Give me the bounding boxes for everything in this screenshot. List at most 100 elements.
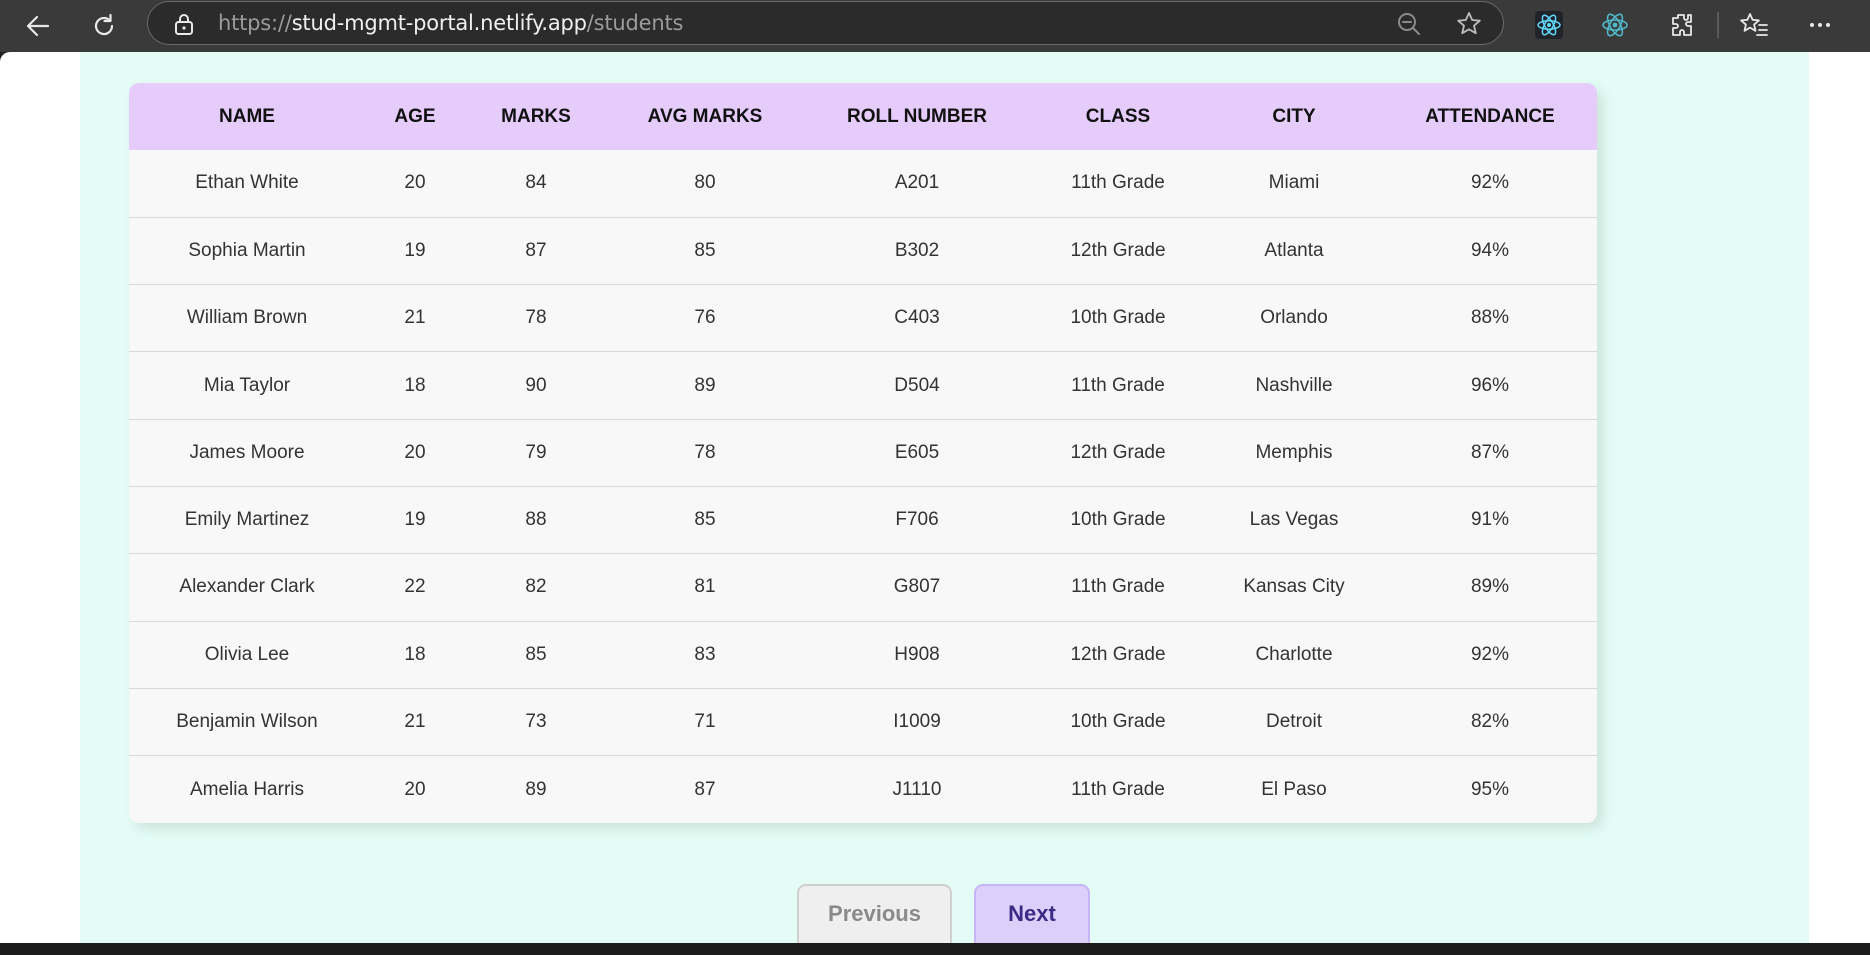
table-cell-attendance: 88% (1470, 307, 1510, 329)
table-cell-city: Detroit (1266, 711, 1322, 733)
page-viewport: NAME AGE MARKS AVG MARKS ROLL NUMBER CLASS CIT… (0, 52, 1870, 943)
favorite-star-icon[interactable] (1455, 10, 1483, 38)
table-cell-roll-number: E605 (894, 441, 940, 463)
table-row: Sophia Martin 19 87 85 B302 12th Grade Atlanta… (129, 217, 1597, 284)
previous-button[interactable]: Previous (797, 884, 952, 943)
table-cell-name: Sophia Martin (188, 239, 306, 261)
table-cell-attendance: 92% (1470, 172, 1510, 194)
table-cell-avg-marks: 89 (694, 374, 716, 396)
table-cell-age: 18 (404, 643, 426, 665)
table-cell-city: Miami (1268, 172, 1320, 194)
column-header-avg-marks: AVG MARKS (647, 105, 763, 127)
table-row: Ethan White 20 84 80 A201 11th Grade Miami 92% (129, 150, 1597, 217)
url-scheme: https:// (218, 11, 292, 35)
table-cell-attendance: 96% (1470, 374, 1510, 396)
table-cell-name: Mia Taylor (203, 374, 291, 396)
table-row: Alexander Clark 22 82 81 G807 11th Grade Kansa… (129, 553, 1597, 621)
table-cell-name: Ethan White (195, 172, 299, 194)
extensions-icon[interactable] (1664, 8, 1698, 42)
table-header: NAME AGE MARKS AVG MARKS ROLL NUMBER CLASS CIT… (129, 83, 1597, 150)
redux-devtools-icon[interactable] (1598, 8, 1632, 42)
table-cell-name: Benjamin Wilson (176, 711, 318, 733)
table-row: Emily Martinez 19 88 85 F706 10th Grade Las Ve… (129, 486, 1597, 553)
table-cell-marks: 85 (525, 643, 547, 665)
table-cell-city: Charlotte (1255, 643, 1333, 665)
column-header-name: NAME (219, 105, 275, 127)
table-cell-avg-marks: 85 (694, 239, 716, 261)
react-devtools-icon[interactable] (1532, 8, 1566, 42)
column-header-marks: MARKS (501, 105, 571, 127)
table-cell-marks: 88 (525, 509, 547, 531)
address-bar[interactable]: https://stud-mgmt-portal.netlify.app/stu… (147, 1, 1504, 45)
table-cell-marks: 82 (525, 576, 547, 598)
table-cell-age: 22 (404, 576, 426, 598)
table-cell-avg-marks: 87 (694, 778, 716, 800)
url-text[interactable]: https://stud-mgmt-portal.netlify.app/stu… (218, 11, 683, 35)
table-cell-roll-number: G807 (893, 576, 941, 598)
table-cell-class: 12th Grade (1070, 441, 1166, 463)
table-cell-marks: 84 (525, 172, 547, 194)
table-cell-city: El Paso (1261, 778, 1327, 800)
table-cell-name: Olivia Lee (204, 643, 290, 665)
table-cell-class: 10th Grade (1070, 711, 1166, 733)
taskbar-strip (0, 943, 1870, 955)
column-header-age: AGE (394, 105, 436, 127)
next-button[interactable]: Next (974, 884, 1090, 943)
table-cell-marks: 90 (525, 374, 547, 396)
zoom-out-icon[interactable] (1395, 10, 1423, 38)
table-cell-age: 20 (404, 172, 426, 194)
table-cell-city: Kansas City (1243, 576, 1345, 598)
table-cell-marks: 78 (525, 307, 547, 329)
table-cell-name: Alexander Clark (179, 576, 315, 598)
students-table: NAME AGE MARKS AVG MARKS ROLL NUMBER CLASS CIT… (129, 83, 1597, 823)
table-cell-class: 11th Grade (1071, 576, 1165, 598)
table-cell-attendance: 91% (1470, 509, 1510, 531)
table-row: James Moore 20 79 78 E605 12th Grade Memphis 87… (129, 419, 1597, 486)
table-cell-attendance: 82% (1470, 711, 1510, 733)
more-menu-icon[interactable] (1803, 8, 1837, 42)
table-cell-class: 11th Grade (1071, 374, 1165, 396)
table-cell-marks: 73 (525, 711, 547, 733)
table-cell-city: Memphis (1255, 441, 1333, 463)
refresh-icon[interactable] (84, 6, 124, 46)
table-cell-age: 20 (404, 441, 426, 463)
table-cell-avg-marks: 83 (694, 643, 716, 665)
table-cell-city: Nashville (1255, 374, 1333, 396)
table-cell-age: 21 (404, 711, 426, 733)
students-page: NAME AGE MARKS AVG MARKS ROLL NUMBER CLASS CIT… (80, 52, 1809, 943)
table-cell-age: 19 (404, 239, 426, 261)
table-cell-name: Amelia Harris (189, 778, 305, 800)
table-cell-roll-number: B302 (894, 239, 940, 261)
table-cell-roll-number: I1009 (893, 711, 941, 733)
table-row: Amelia Harris 20 89 87 J1110 11th Grade El Pas… (129, 755, 1597, 823)
column-header-attendance: ATTENDANCE (1425, 105, 1555, 127)
lock-icon[interactable] (170, 10, 198, 38)
table-row: Olivia Lee 18 85 83 H908 12th Grade Charlotte 9… (129, 621, 1597, 688)
table-cell-attendance: 95% (1470, 778, 1510, 800)
url-path: /students (586, 11, 684, 35)
table-cell-city: Las Vegas (1249, 509, 1339, 531)
favorites-icon[interactable] (1737, 8, 1771, 42)
table-cell-roll-number: C403 (894, 307, 940, 329)
table-cell-name: James Moore (189, 441, 305, 463)
browser-toolbar: https://stud-mgmt-portal.netlify.app/stu… (0, 0, 1870, 52)
table-cell-name: Emily Martinez (184, 509, 310, 531)
table-cell-avg-marks: 76 (694, 307, 716, 329)
table-row: William Brown 21 78 76 C403 10th Grade Orlando… (129, 284, 1597, 352)
table-header-row: NAME AGE MARKS AVG MARKS ROLL NUMBER CLASS CIT… (129, 83, 1597, 150)
column-header-city: CITY (1272, 105, 1316, 127)
url-host: stud-mgmt-portal.netlify.app (291, 11, 587, 35)
table-cell-marks: 87 (525, 239, 547, 261)
table-cell-attendance: 89% (1470, 576, 1510, 598)
table-row: Benjamin Wilson 21 73 71 I1009 10th Grade Detr… (129, 688, 1597, 755)
table-cell-age: 21 (404, 307, 426, 329)
table-cell-roll-number: D504 (894, 374, 940, 396)
table-cell-attendance: 94% (1470, 239, 1510, 261)
table-cell-avg-marks: 71 (694, 711, 716, 733)
table-cell-avg-marks: 81 (694, 576, 716, 598)
table-cell-roll-number: J1110 (892, 778, 942, 800)
back-arrow-icon[interactable] (18, 6, 58, 46)
table-cell-age: 19 (404, 509, 426, 531)
table-cell-class: 10th Grade (1070, 509, 1166, 531)
table-cell-attendance: 92% (1470, 643, 1510, 665)
